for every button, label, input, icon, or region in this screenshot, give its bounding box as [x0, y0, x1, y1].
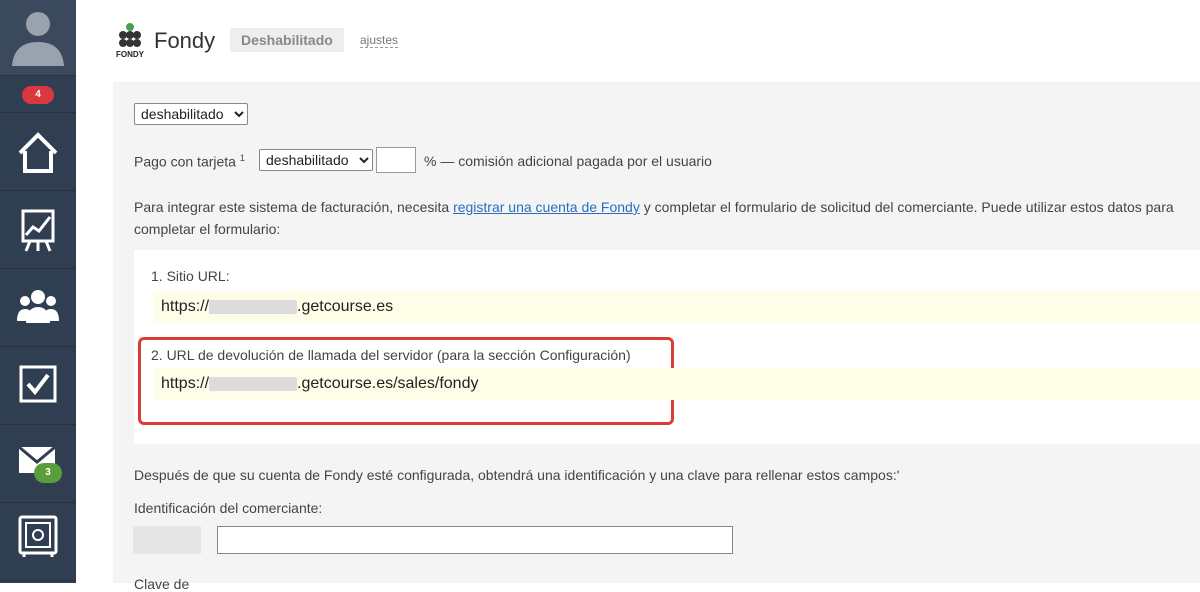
users-icon — [17, 290, 59, 323]
card-payment-select[interactable]: deshabilitado — [259, 149, 373, 171]
page-header: FONDY Fondy Deshabilitado ajustes — [76, 0, 1200, 82]
sidebar-item-messages[interactable]: 3 — [0, 425, 76, 503]
chart-icon — [21, 209, 55, 252]
url-info-box: 1. Sitio URL: https://.getcourse.es 2. U… — [134, 250, 1200, 444]
card-payment-label: Pago con tarjeta 1 — [134, 153, 245, 170]
sidebar: 4 3 — [0, 0, 76, 583]
checkbox-icon — [19, 365, 57, 403]
callback-url-label: 2. URL de devolución de llamada del serv… — [151, 347, 631, 363]
register-fondy-link[interactable]: registrar una cuenta de Fondy — [453, 199, 640, 215]
commission-percent-input[interactable] — [376, 147, 416, 173]
logo-text: FONDY — [116, 50, 145, 59]
commission-text: % — comisión adicional pagada por el usu… — [424, 153, 712, 169]
merchant-id-input[interactable] — [217, 526, 733, 554]
site-url-label: 1. Sitio URL: — [151, 268, 230, 284]
site-url-value[interactable]: https://.getcourse.es — [153, 291, 1200, 323]
status-select[interactable]: deshabilitado — [134, 103, 248, 125]
card-footnote: 1 — [239, 153, 245, 163]
merchant-id-label: Identificación del comerciante: — [134, 500, 323, 516]
redacted-subdomain — [209, 376, 298, 391]
redacted-subdomain — [209, 299, 298, 314]
status-badge: Deshabilitado — [230, 28, 344, 52]
sidebar-notifications[interactable]: 4 — [0, 76, 76, 113]
notifications-badge: 4 — [22, 86, 54, 104]
safe-icon — [18, 515, 58, 557]
messages-badge: 3 — [34, 463, 62, 483]
sidebar-avatar[interactable] — [0, 0, 76, 76]
page-title: Fondy — [154, 28, 216, 53]
sidebar-item-tasks[interactable] — [0, 347, 76, 425]
sidebar-item-home[interactable] — [0, 113, 76, 191]
avatar-icon — [12, 12, 64, 66]
sidebar-item-settings[interactable] — [0, 503, 76, 581]
settings-link[interactable]: ajustes — [360, 33, 399, 48]
fondy-logo: FONDY — [116, 23, 145, 59]
sidebar-item-analytics[interactable] — [0, 191, 76, 269]
integration-instructions: Para integrar este sistema de facturació… — [134, 199, 1174, 237]
credentials-note: Después de que su cuenta de Fondy esté c… — [134, 467, 900, 483]
callback-url-value[interactable]: https://.getcourse.es/sales/fondy — [153, 368, 1200, 400]
settings-panel: deshabilitado Pago con tarjeta 1 deshabi… — [113, 82, 1200, 592]
home-icon — [18, 132, 58, 173]
sidebar-item-users[interactable] — [0, 269, 76, 347]
key-label: Clave de — [134, 576, 190, 592]
redacted-merchant-hint — [133, 526, 201, 554]
